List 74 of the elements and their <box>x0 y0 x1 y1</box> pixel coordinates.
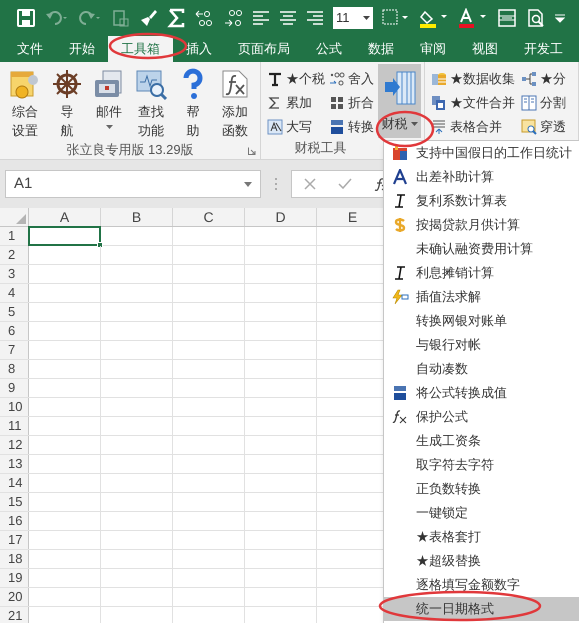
row-header[interactable]: 17 <box>0 531 29 549</box>
column-header[interactable]: D <box>245 208 317 226</box>
menu-item[interactable]: ★表格套打 <box>384 525 579 549</box>
row-header[interactable]: 19 <box>0 569 29 587</box>
ribbon-tab[interactable]: 文件 <box>4 36 56 62</box>
menu-item[interactable]: 未确认融资费用计算 <box>384 237 579 261</box>
row-header[interactable]: 11 <box>0 417 29 435</box>
ribbon-tab[interactable]: 插入 <box>173 36 225 62</box>
name-box[interactable]: A1 <box>5 170 261 198</box>
menu-item[interactable]: 插值法求解 <box>384 285 579 309</box>
row-header[interactable]: 8 <box>0 360 29 378</box>
ribbon-tab[interactable]: 公式 <box>303 36 355 62</box>
column-header[interactable]: C <box>173 208 245 226</box>
row-header[interactable]: 6 <box>0 322 29 340</box>
ribbon-button[interactable]: 邮件 <box>90 68 128 140</box>
row-header[interactable]: 3 <box>0 265 29 283</box>
menu-item[interactable]: 统一日期格式 <box>384 597 579 621</box>
ribbon-tab[interactable]: 视图 <box>459 36 511 62</box>
row-header[interactable]: 21 <box>0 607 29 623</box>
ribbon-button[interactable]: 查找 功能 <box>132 68 170 140</box>
column-header[interactable]: B <box>101 208 173 226</box>
menu-item[interactable]: 利息摊销计算 <box>384 261 579 285</box>
ribbon-button[interactable]: 导 航 <box>48 68 86 140</box>
row-header[interactable]: 14 <box>0 474 29 492</box>
menu-item[interactable]: 转换网银对账单 <box>384 309 579 333</box>
row-header[interactable]: 16 <box>0 512 29 530</box>
row-header[interactable]: 18 <box>0 550 29 568</box>
row-header[interactable]: 15 <box>0 493 29 511</box>
ribbon-button[interactable]: 综合 设置 <box>6 68 44 140</box>
row-header[interactable]: 9 <box>0 379 29 397</box>
ribbon-button[interactable]: 累加 <box>267 92 327 113</box>
row-header[interactable]: 1 <box>0 227 29 245</box>
menu-item[interactable]: ★超级替换 <box>384 549 579 573</box>
row-header[interactable]: 7 <box>0 341 29 359</box>
ribbon-tab[interactable]: 审阅 <box>407 36 459 62</box>
column-header[interactable]: A <box>29 208 101 226</box>
row-header[interactable]: 4 <box>0 284 29 302</box>
ribbon-tab[interactable]: 页面布局 <box>225 36 303 62</box>
ribbon-tab[interactable]: 开始 <box>56 36 108 62</box>
group-label: 财税工具 <box>294 140 346 155</box>
ribbon-tab[interactable]: 开发工 <box>511 36 576 62</box>
menu-item[interactable]: 生成工资条 <box>384 429 579 453</box>
ribbon-button[interactable]: ★个税 <box>267 68 327 89</box>
row-header[interactable]: 12 <box>0 436 29 454</box>
ribbon-button[interactable]: 转换 <box>329 116 376 137</box>
ribbon-button[interactable]: 舍入 <box>329 68 376 89</box>
menu-item[interactable]: 自动凑数 <box>384 357 579 381</box>
menu-item[interactable]: 支持中国假日的工作日统计 <box>384 141 579 165</box>
ribbon-button[interactable]: ★数据收集 <box>431 68 517 89</box>
font-size-dropdown[interactable]: 11 <box>333 7 373 29</box>
menu-item[interactable]: 出差补助计算 <box>384 165 579 189</box>
ribbon-button[interactable]: 折合 <box>329 92 376 113</box>
row-header[interactable]: 13 <box>0 455 29 473</box>
ribbon-button[interactable]: 表格合并 <box>431 116 517 137</box>
menu-item[interactable]: 保护公式 <box>384 405 579 429</box>
ribbon-tab[interactable]: 数据 <box>355 36 407 62</box>
menu-item[interactable]: 将公式转换成值 <box>384 381 579 405</box>
group-label: 张立良专用版 13.29版 <box>66 142 194 157</box>
ribbon-button[interactable]: 帮 助 <box>174 68 212 140</box>
menu-item[interactable]: 一键锁定 <box>384 501 579 525</box>
ribbon-button[interactable]: ★文件合并 <box>431 92 517 113</box>
row-header[interactable]: 10 <box>0 398 29 416</box>
menu-item[interactable]: 与银行对帐 <box>384 333 579 357</box>
ribbon-button[interactable]: 穿透 <box>521 116 568 137</box>
menu-item[interactable]: 正负数转换 <box>384 477 579 501</box>
row-header[interactable]: 20 <box>0 588 29 606</box>
ribbon-button[interactable]: 添加 函数 <box>216 68 254 140</box>
ribbon-button[interactable]: 分割 <box>521 92 568 113</box>
row-header[interactable]: 5 <box>0 303 29 321</box>
row-header[interactable]: 2 <box>0 246 29 264</box>
ribbon-button[interactable]: ★分 <box>521 68 568 89</box>
menu-item[interactable]: 逐格填写金额数字 <box>384 573 579 597</box>
menu-item[interactable]: 取字符去字符 <box>384 453 579 477</box>
ribbon-button[interactable]: 大写 <box>267 116 327 137</box>
